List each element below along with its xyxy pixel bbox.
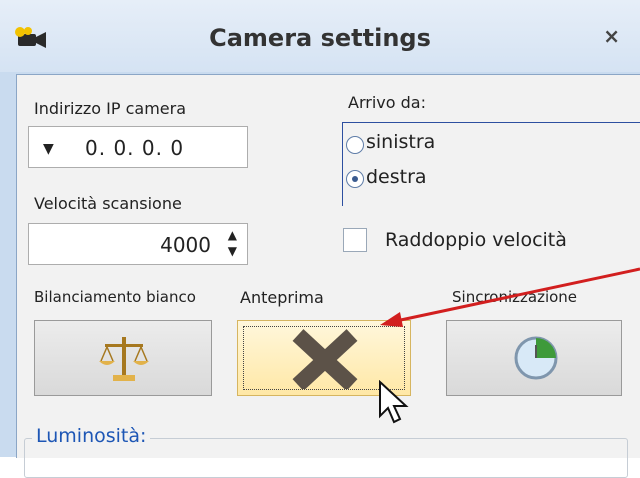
title-bar[interactable]: Camera settings ×: [0, 0, 640, 72]
preview-label: Anteprima: [240, 288, 324, 307]
close-icon[interactable]: ×: [603, 24, 620, 48]
camera-ip-label: Indirizzo IP camera: [34, 99, 187, 118]
arrival-group-border-left: [342, 122, 343, 206]
camera-ip-value: 0. 0. 0. 0: [85, 136, 185, 160]
mouse-cursor-icon: [379, 380, 409, 424]
spin-up-icon[interactable]: ▲: [228, 228, 237, 242]
scan-speed-spinner[interactable]: 4000 ▲ ▼: [28, 223, 248, 265]
double-speed-checkbox[interactable]: [343, 228, 367, 252]
window-title: Camera settings: [209, 24, 431, 52]
annotation-arrow: [380, 267, 640, 327]
camera-settings-window: Camera settings × Indirizzo IP camera ▼ …: [0, 0, 640, 478]
radio-selected-dot: [352, 176, 358, 182]
scale-icon: [99, 337, 149, 381]
spin-down-icon[interactable]: ▼: [228, 244, 237, 258]
radio-destra-label[interactable]: destra: [366, 166, 427, 188]
scan-speed-label: Velocità scansione: [34, 194, 182, 213]
scan-speed-value: 4000: [160, 233, 211, 257]
arrival-label: Arrivo da:: [348, 93, 426, 112]
dropdown-arrow-icon[interactable]: ▼: [43, 141, 54, 157]
stop-x-icon: [292, 329, 358, 389]
brightness-label: Luminosità:: [32, 425, 151, 447]
double-speed-label[interactable]: Raddoppio velocità: [385, 229, 567, 251]
radio-sinistra[interactable]: [346, 136, 364, 154]
radio-sinistra-label[interactable]: sinistra: [366, 131, 435, 153]
white-balance-button[interactable]: [34, 320, 212, 396]
sync-clock-icon: [514, 336, 558, 380]
arrival-group-border-top: [342, 122, 640, 123]
camera-ip-dropdown[interactable]: ▼ 0. 0. 0. 0: [28, 126, 248, 168]
radio-destra[interactable]: [346, 170, 364, 188]
white-balance-label: Bilanciamento bianco: [34, 288, 196, 306]
